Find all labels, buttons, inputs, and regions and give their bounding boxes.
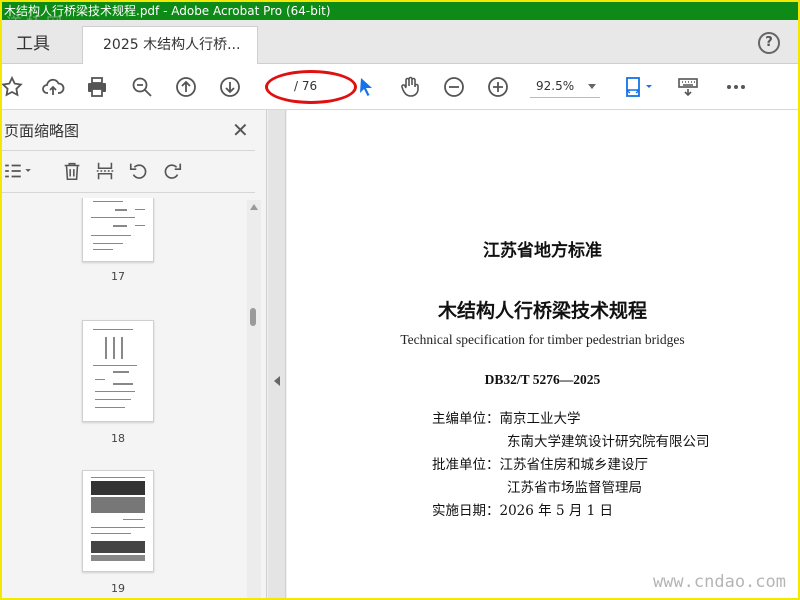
tab-bar: 工具 2025 木结构人行桥... ?	[2, 20, 798, 64]
info-line: 实施日期：2026 年 5 月 1 日	[432, 499, 613, 519]
info-line: 批准单位：江苏省住房和城乡建设厅	[432, 453, 648, 473]
upload-cloud-icon[interactable]	[39, 73, 67, 101]
thumbnail-label: 17	[111, 270, 125, 283]
info-value: 2026 年 5 月 1 日	[499, 503, 614, 519]
info-label: 实施日期：	[432, 503, 500, 519]
page-fit-icon[interactable]	[618, 73, 658, 101]
next-page-icon[interactable]	[216, 73, 244, 101]
info-value: 江苏省住房和城乡建设厅	[499, 457, 649, 473]
thumbnail-label: 19	[111, 582, 125, 595]
zoom-in-icon[interactable]	[484, 73, 512, 101]
rotate-left-icon[interactable]	[126, 158, 152, 184]
hand-tool-icon[interactable]	[396, 73, 424, 101]
help-icon[interactable]: ?	[758, 32, 780, 54]
rotate-right-icon[interactable]	[159, 158, 185, 184]
site-watermark: www.cndao.com	[652, 572, 786, 592]
panel-title: 页面缩略图	[4, 122, 80, 140]
select-cursor-icon[interactable]	[352, 73, 380, 101]
main-toolbar: / 76 92.5%	[2, 64, 798, 110]
delete-trash-icon[interactable]	[59, 158, 85, 184]
zoom-level-value: 92.5%	[536, 79, 575, 93]
info-value: 南京工业大学	[499, 411, 581, 427]
thumbnail-page-19[interactable]	[82, 470, 154, 572]
panel-collapse-bar[interactable]	[268, 110, 286, 598]
zoom-out-icon[interactable]	[440, 73, 468, 101]
info-line: 主编单位：南京工业大学	[432, 407, 581, 427]
prev-page-icon[interactable]	[172, 73, 200, 101]
zoom-search-icon[interactable]	[128, 73, 156, 101]
tab-document[interactable]: 2025 木结构人行桥...	[82, 26, 258, 64]
chevron-left-icon[interactable]	[274, 376, 280, 386]
thumbnail-list: 17 18 19	[2, 198, 247, 598]
app-window: 木结构人行桥梁技术规程.pdf - Adobe Acrobat Pro (64-…	[0, 0, 800, 600]
close-icon[interactable]: ✕	[232, 118, 249, 142]
keyboard-icon[interactable]	[674, 73, 702, 101]
extract-pages-icon[interactable]	[92, 158, 118, 184]
thumbnail-panel: 页面缩略图 ✕ 17 18 19	[2, 110, 267, 598]
scroll-thumb[interactable]	[250, 308, 256, 326]
red-highlight-annotation	[265, 70, 357, 104]
bookmark-star-icon[interactable]	[2, 73, 26, 101]
document-title-english: Technical specification for timber pedes…	[400, 332, 685, 347]
chevron-down-icon	[588, 84, 596, 89]
document-page: 江苏省地方标准 木结构人行桥梁技术规程 Technical specificat…	[287, 110, 798, 598]
tab-tools[interactable]: 工具	[2, 26, 72, 64]
info-line: 东南大学建筑设计研究院有限公司	[507, 430, 710, 450]
print-icon[interactable]	[83, 73, 111, 101]
thumbnail-options-icon[interactable]	[2, 158, 36, 184]
standard-code: DB32/T 5276—2025	[484, 372, 601, 387]
thumbnail-label: 18	[111, 432, 125, 445]
zoom-level-select[interactable]: 92.5%	[530, 76, 600, 98]
standard-type: 江苏省地方标准	[483, 241, 602, 261]
info-value: 江苏省市场监督管理局	[507, 480, 642, 496]
info-value: 东南大学建筑设计研究院有限公司	[507, 434, 710, 450]
more-options-icon[interactable]	[722, 73, 750, 101]
info-line: 江苏省市场监督管理局	[507, 476, 642, 496]
info-label: 批准单位：	[432, 457, 500, 473]
thumbnail-page-18[interactable]	[82, 320, 154, 422]
info-label: 主编单位：	[432, 411, 500, 427]
panel-toolbar	[2, 156, 255, 186]
divider	[2, 192, 255, 193]
window-title: 木结构人行桥梁技术规程.pdf - Adobe Acrobat Pro (64-…	[2, 2, 798, 20]
divider	[2, 150, 255, 151]
document-title: 木结构人行桥梁技术规程	[437, 300, 647, 322]
thumbnail-page-17[interactable]	[82, 198, 154, 262]
scroll-up-icon[interactable]	[250, 204, 258, 210]
thumbnail-scrollbar[interactable]	[247, 200, 261, 598]
